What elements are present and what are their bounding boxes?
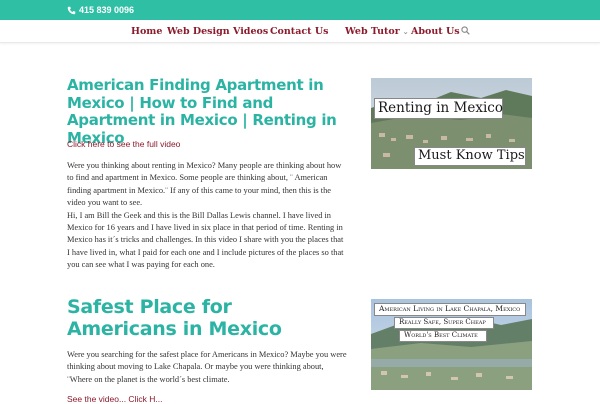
thumbnail-caption-2: Must Know Tips [414,147,526,166]
thumbnail-caption-1: Renting in Mexico [374,98,503,119]
excerpt-paragraph: Hi, I am Bill the Geek and this is the B… [67,210,344,270]
post-thumbnail[interactable]: American Living in Lake Chapala, Mexico … [371,299,532,390]
nav-home-label: Home [131,25,163,37]
chevron-down-icon: ⌄ [402,26,409,36]
post-title[interactable]: Safest Place for Americans in Mexico [67,296,342,341]
thumbnail-line-1: Renting in Mexico [378,100,503,116]
nav-web-design-videos-label: Web Design Videos [167,25,269,37]
video-link[interactable]: Click here to see the full video [67,139,180,149]
nav-contact-us[interactable]: Contact Us [270,24,328,38]
nav-web-design-videos[interactable]: Web Design Videos ⌄ [167,24,277,38]
nav-web-tutor[interactable]: Web Tutor ⌄ [345,24,409,38]
nav-about-us[interactable]: About Us [411,24,460,38]
excerpt-paragraph: Were you thinking about renting in Mexic… [67,161,342,208]
nav-contact-us-label: Contact Us [270,25,329,37]
thumbnail-line-3: World's Best Climate [404,331,478,339]
post-excerpt: Were you searching for the safest place … [67,349,347,386]
thumbnail-caption-1: American Living in Lake Chapala, Mexico [374,303,526,316]
phone-text: 415 839 0096 [79,5,135,15]
thumbnail-line-2: Must Know Tips [418,148,525,163]
main-header: Home Web Design Videos ⌄ Contact Us Web … [0,20,600,43]
excerpt-paragraph: Were you searching for the safest place … [67,350,347,384]
thumbnail-line-1: American Living in Lake Chapala, Mexico [379,304,521,313]
post-thumbnail[interactable]: Renting in Mexico Must Know Tips [371,78,532,169]
thumbnail-caption-2: Really Safe, Super Cheap [394,317,494,329]
video-link[interactable]: See the video... Click H... [67,394,162,404]
thumbnail-line-2: Really Safe, Super Cheap [399,318,486,326]
phone-icon [67,6,76,14]
post-excerpt: Were you thinking about renting in Mexic… [67,160,347,272]
thumbnail-caption-3: World's Best Climate [399,330,487,342]
search-icon[interactable] [461,26,470,35]
nav-home[interactable]: Home [131,24,162,38]
post-title[interactable]: American Finding Apartment in Mexico | H… [67,76,342,147]
nav-about-us-label: About Us [411,25,460,37]
top-bar: 415 839 0096 [0,0,600,20]
phone-number[interactable]: 415 839 0096 [67,4,134,16]
nav-web-tutor-label: Web Tutor [345,25,400,37]
